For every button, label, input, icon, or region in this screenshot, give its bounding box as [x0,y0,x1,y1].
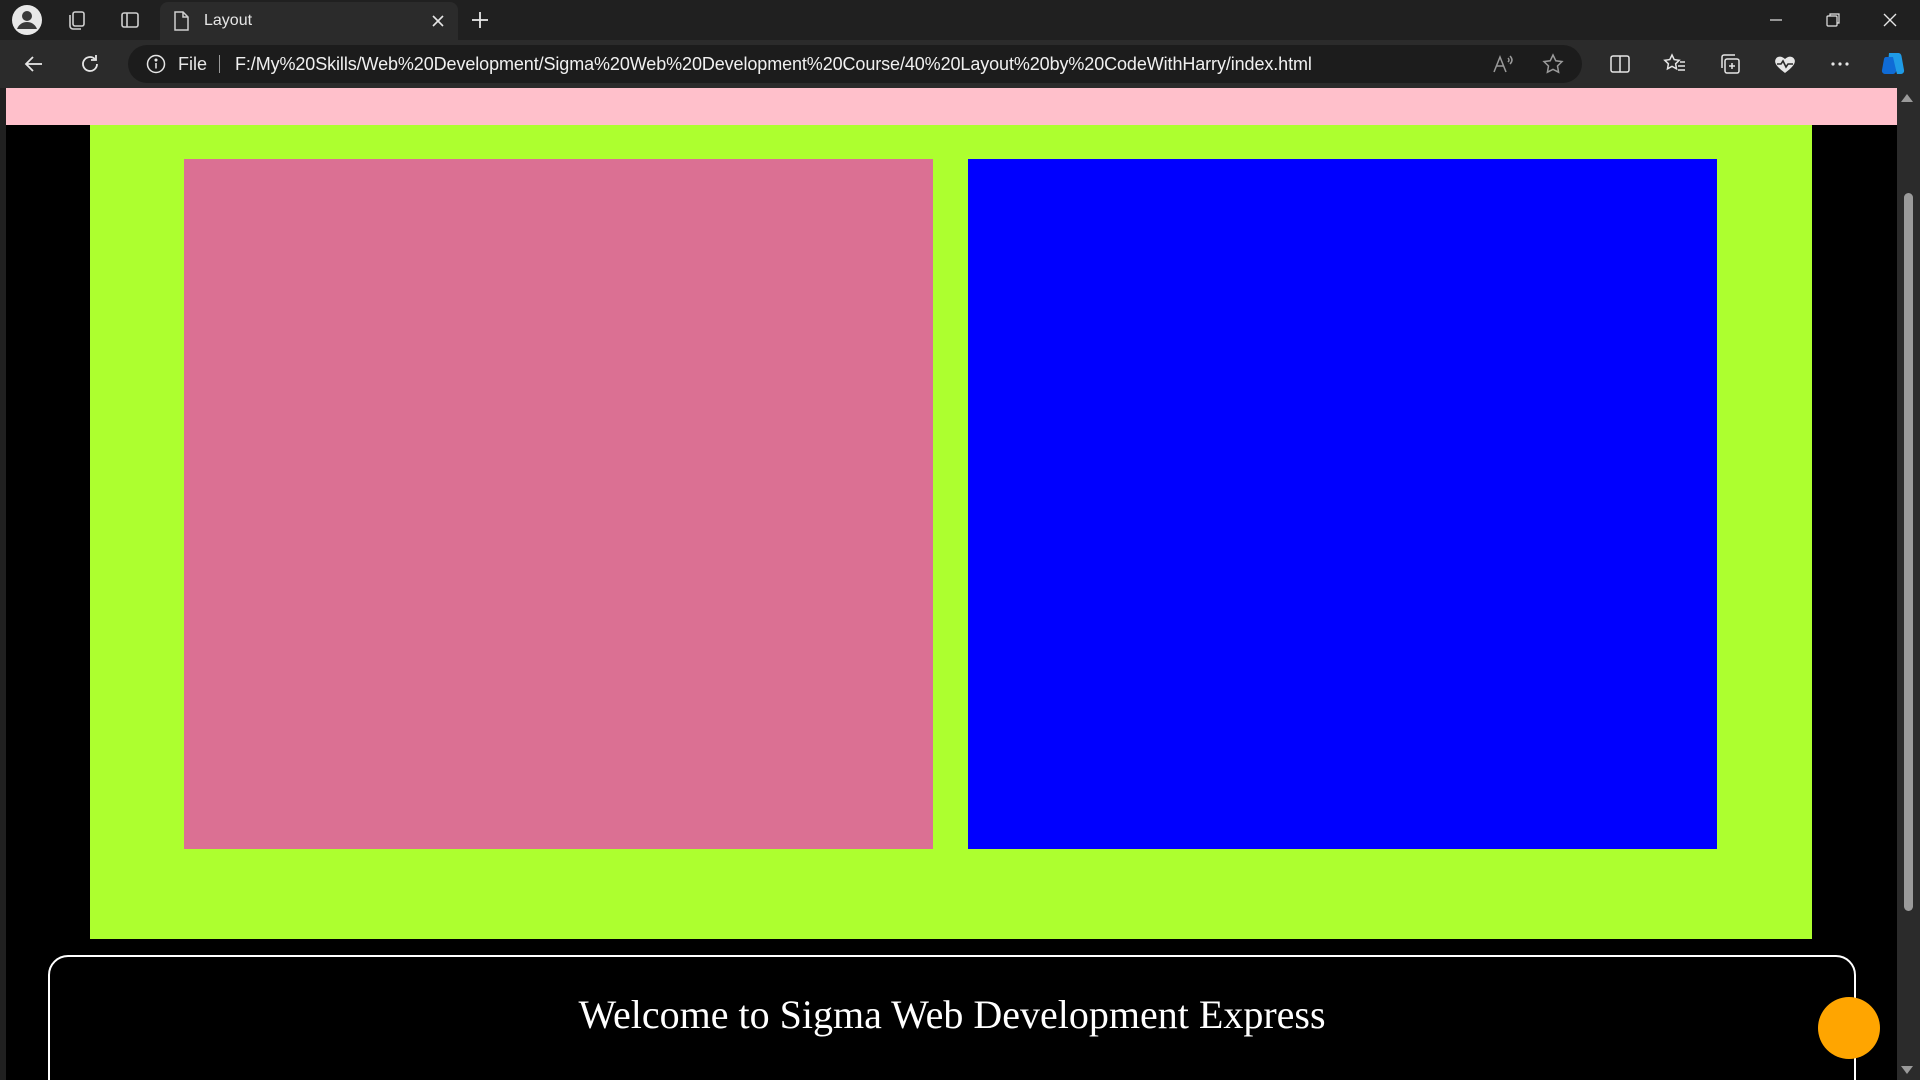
vertical-scrollbar[interactable] [1897,88,1920,1080]
copilot-icon[interactable] [1878,48,1910,80]
scroll-up-arrow-icon[interactable] [1901,94,1913,102]
back-arrow-icon[interactable] [18,48,50,80]
star-icon[interactable] [1539,50,1567,78]
welcome-text: Welcome to Sigma Web Development Express [578,992,1326,1037]
restore-icon[interactable] [1805,0,1861,40]
close-icon[interactable] [426,9,450,33]
tab-actions-icon[interactable] [117,7,143,33]
document-icon [172,11,190,36]
top-pink-bar [6,88,1897,125]
split-screen-icon[interactable] [1604,48,1636,80]
collections-icon[interactable] [1714,48,1746,80]
page-viewport: Welcome to Sigma Web Development Express [6,88,1920,1080]
plus-icon[interactable] [466,6,494,34]
profile-icon[interactable] [12,5,42,35]
orange-circle [1818,997,1880,1059]
more-icon[interactable] [1824,48,1856,80]
read-aloud-icon[interactable] [1489,50,1517,78]
pink-box [184,159,933,849]
welcome-banner: Welcome to Sigma Web Development Express [48,955,1856,1080]
scroll-down-arrow-icon[interactable] [1901,1066,1913,1074]
tab-strip: Layout [0,0,1920,40]
blue-box [968,159,1717,849]
browser-toolbar: File F:/My%20Skills/Web%20Development/Si… [0,40,1920,88]
tab-layout[interactable]: Layout [160,2,458,40]
address-separator [219,55,220,73]
close-window-icon[interactable] [1862,0,1918,40]
scrollbar-thumb[interactable] [1904,193,1913,911]
refresh-icon[interactable] [74,48,106,80]
url-text[interactable]: F:/My%20Skills/Web%20Development/Sigma%2… [235,54,1312,75]
heart-pulse-icon[interactable] [1769,48,1801,80]
favorites-icon[interactable] [1659,48,1691,80]
browser-window: Layout File F:/My%20Skills/Web%20Develop… [0,0,1920,1080]
workspaces-icon[interactable] [64,7,90,33]
info-icon[interactable] [146,54,166,74]
address-scheme-label: File [178,54,208,74]
minimize-icon[interactable] [1748,0,1804,40]
address-bar[interactable]: File F:/My%20Skills/Web%20Development/Si… [128,45,1582,83]
green-container [90,125,1812,939]
tab-title: Layout [204,12,253,29]
